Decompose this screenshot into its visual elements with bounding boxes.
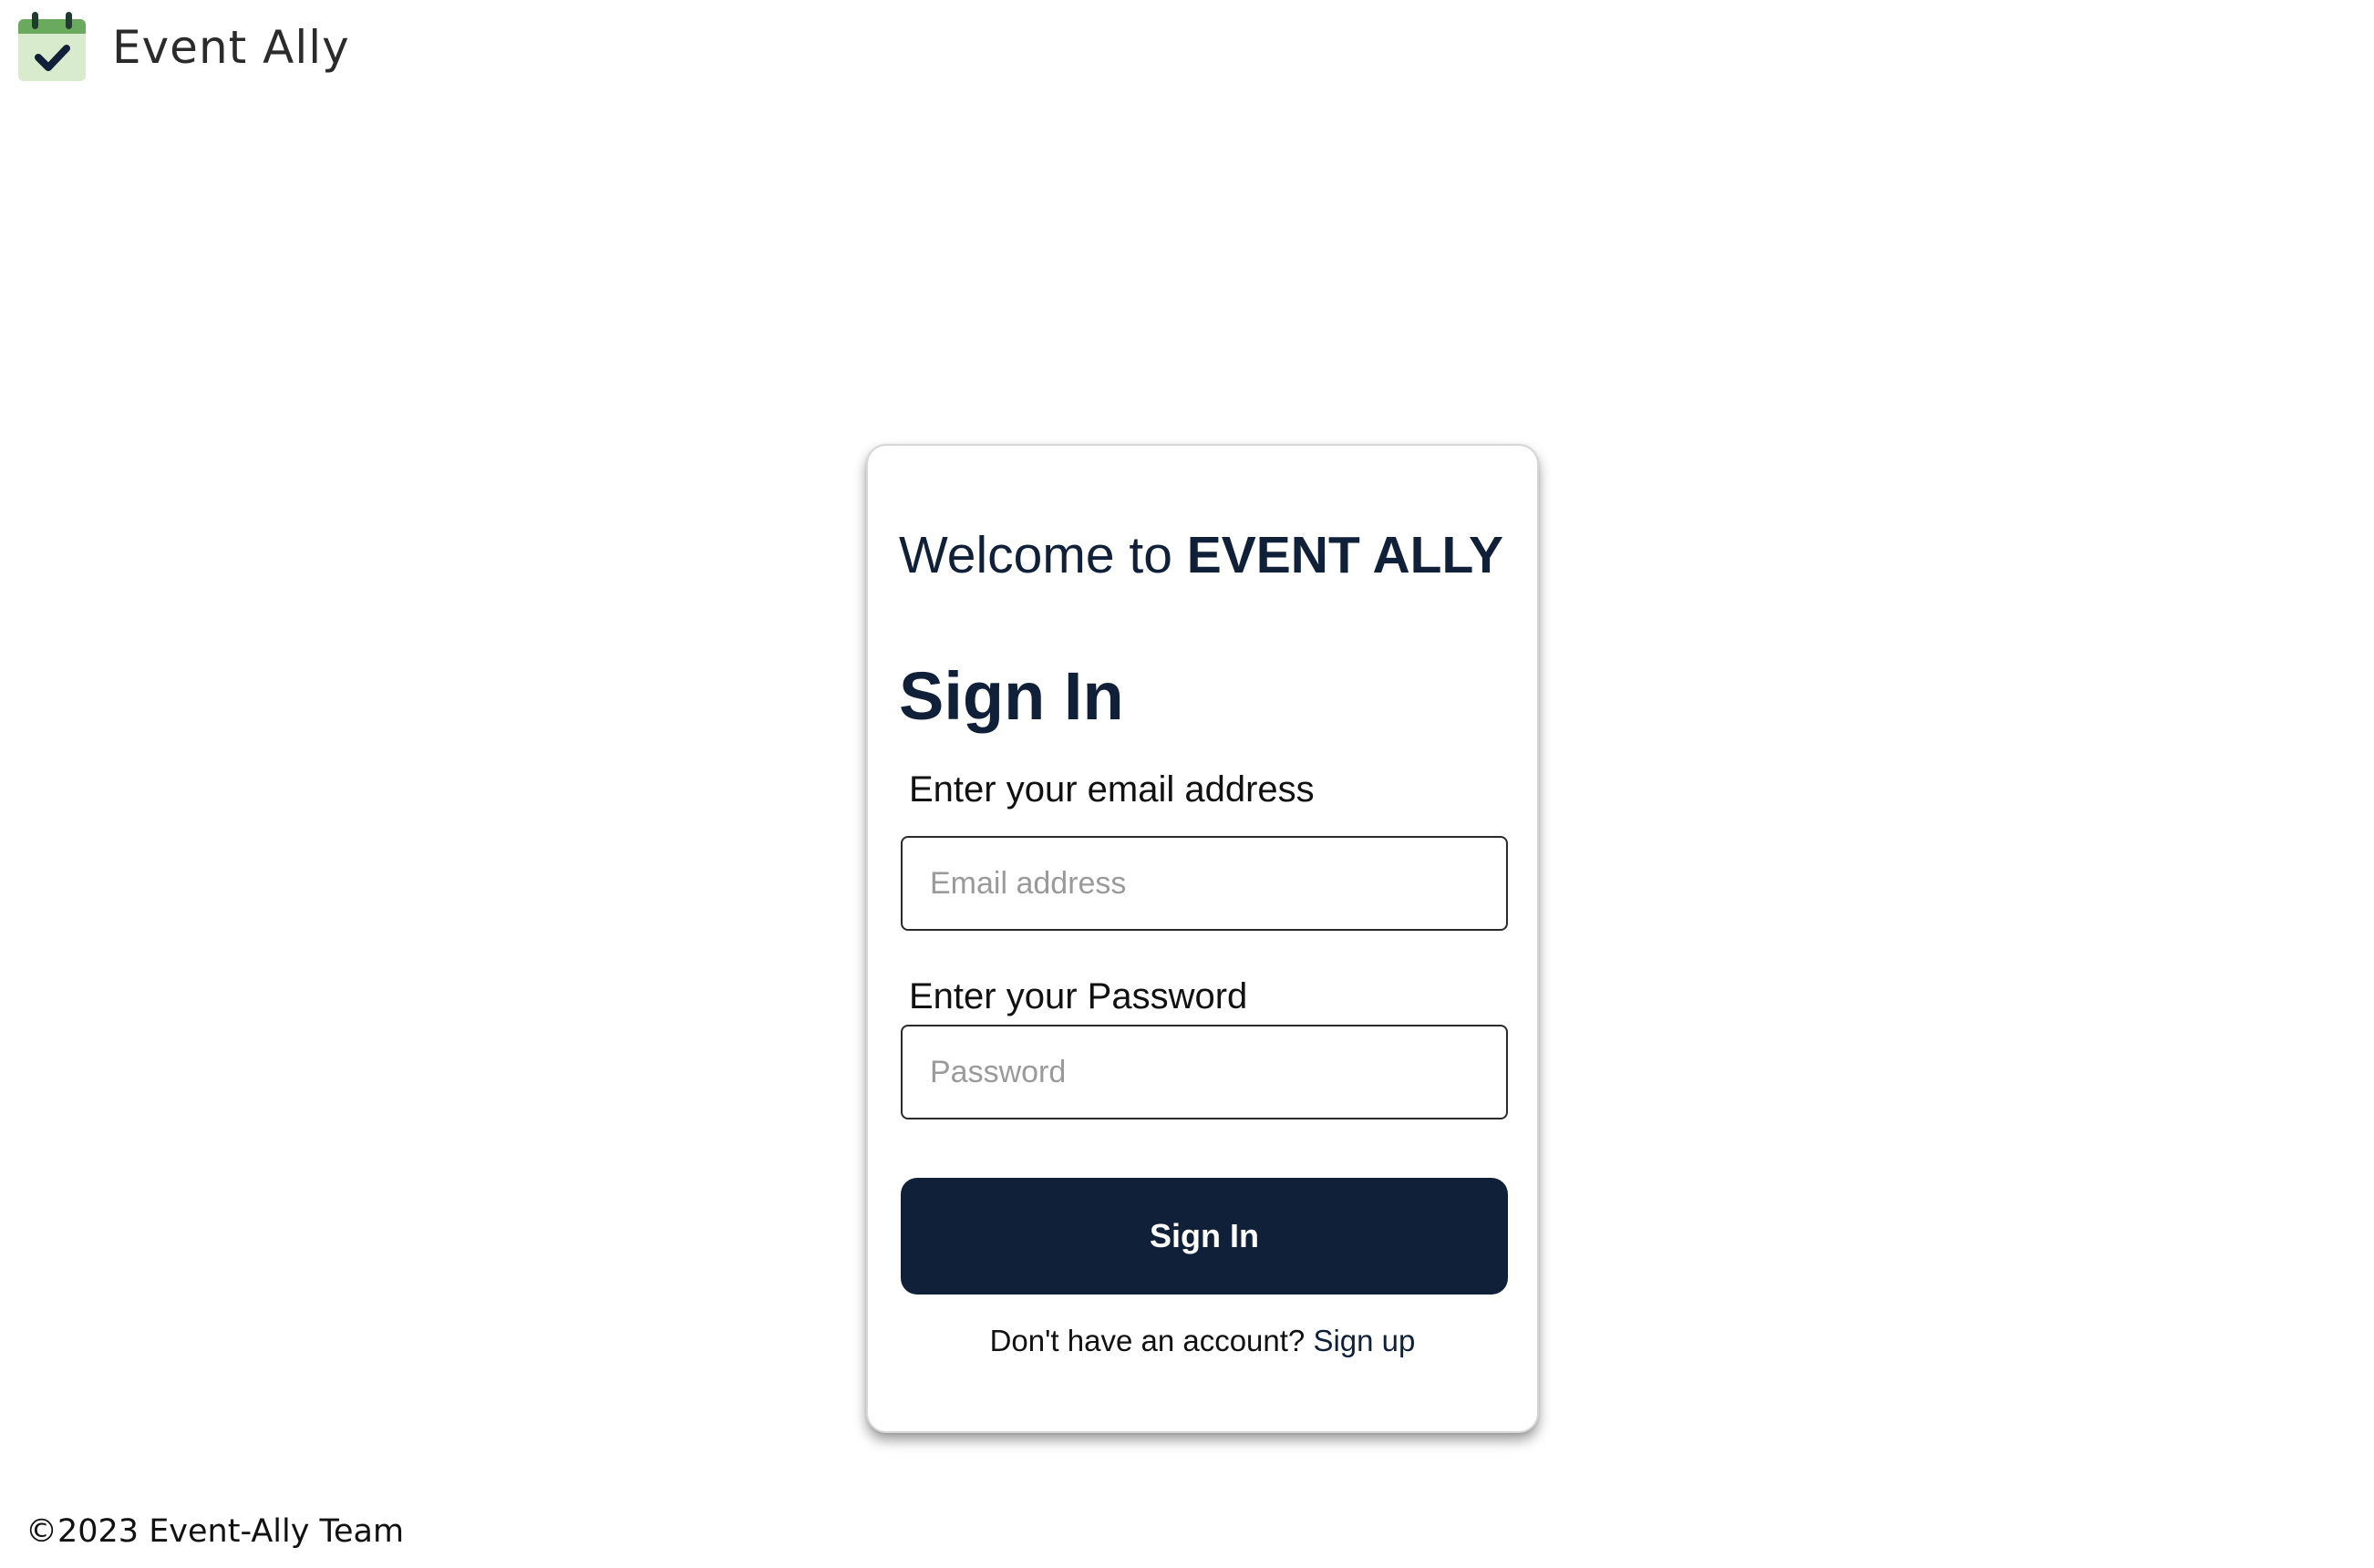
password-input[interactable]	[901, 1025, 1508, 1119]
email-input[interactable]	[901, 836, 1508, 931]
welcome-prefix: Welcome to	[899, 526, 1187, 584]
email-label: Enter your email address	[909, 769, 1315, 810]
signup-prompt: Don't have an account? Sign up	[868, 1326, 1537, 1356]
sign-up-link[interactable]: Sign up	[1313, 1324, 1415, 1357]
signup-prompt-text: Don't have an account?	[989, 1324, 1314, 1357]
sign-in-title: Sign In	[899, 658, 1124, 734]
calendar-check-icon	[18, 12, 86, 81]
app-name: Event Ally	[112, 21, 350, 74]
password-label: Enter your Password	[909, 976, 1248, 1016]
welcome-heading: Welcome to EVENT ALLY	[899, 530, 1503, 582]
sign-in-button[interactable]: Sign In	[901, 1178, 1508, 1295]
footer-copyright: ©2023 Event-Ally Team	[26, 1513, 405, 1550]
welcome-brand: EVENT ALLY	[1186, 526, 1504, 584]
brand-header: Event Ally	[16, 11, 350, 84]
login-card: Welcome to EVENT ALLY Sign In Enter your…	[866, 444, 1539, 1433]
